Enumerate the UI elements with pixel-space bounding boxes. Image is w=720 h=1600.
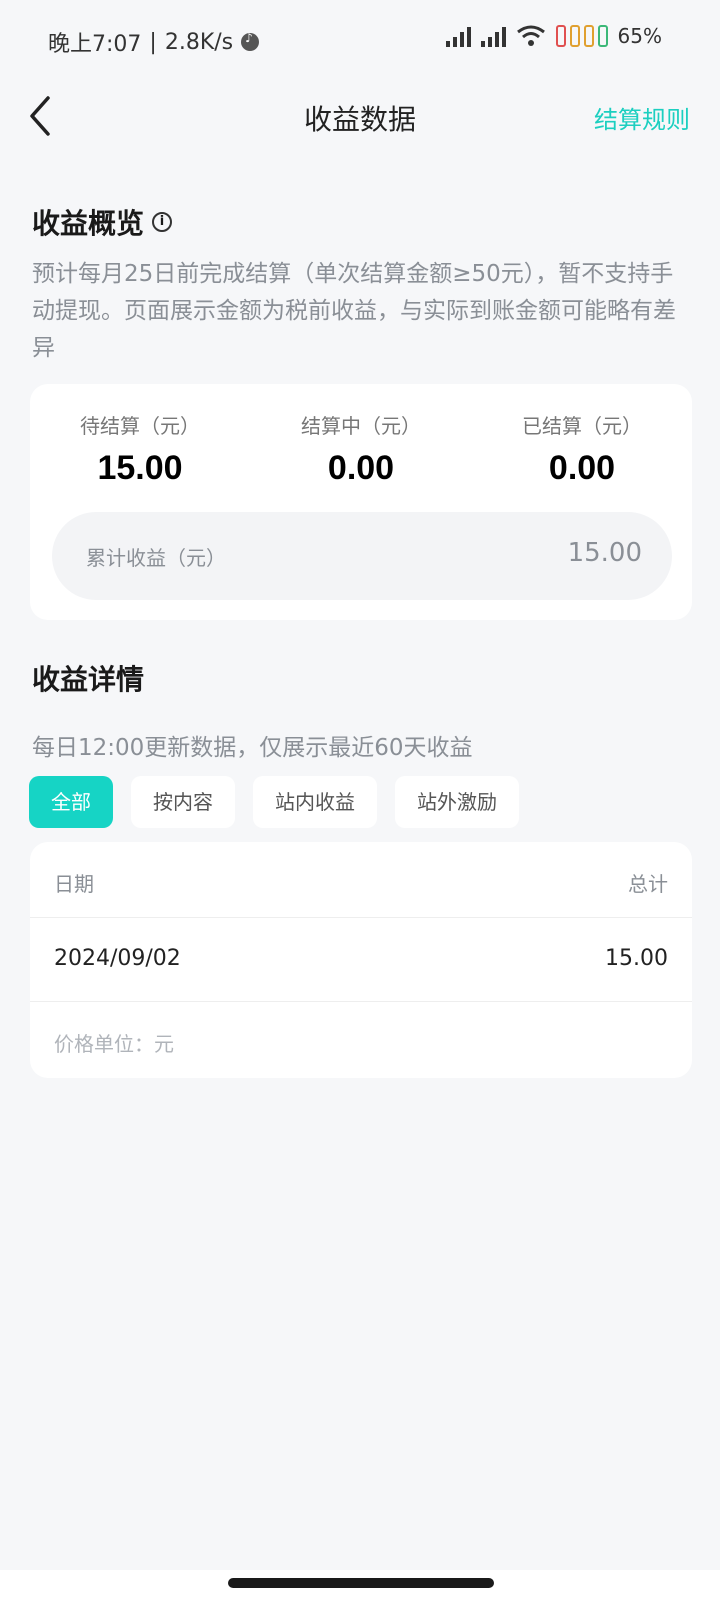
filter-by-content[interactable]: 按内容 [131, 776, 235, 828]
navigation-bar [0, 1570, 720, 1600]
signal-icon-2 [480, 25, 506, 47]
settlement-rules-link[interactable]: 结算规则 [594, 100, 690, 135]
details-title-text: 收益详情 [32, 663, 145, 696]
overview-title: 收益概览 i [32, 202, 173, 242]
filter-offsite[interactable]: 站外激励 [395, 776, 519, 828]
stat-label: 已结算（元） [522, 414, 642, 438]
table-row[interactable]: 2024/09/02 15.00 [30, 918, 692, 1002]
cumulative-label: 累计收益（元） [86, 546, 226, 570]
battery-percent: 65% [617, 24, 662, 48]
stat-value: 0.00 [548, 449, 616, 487]
stat-label: 结算中（元） [301, 414, 421, 438]
signal-icon [445, 25, 471, 47]
earnings-table: 日期 总计 2024/09/02 15.00 价格单位：元 [30, 842, 692, 1078]
stat-value: 0.00 [327, 449, 395, 487]
battery-icon [555, 25, 608, 47]
status-left: 晚上7:07 | 2.8K/s [48, 26, 260, 58]
stat-settled: 已结算（元） 0.00 [472, 410, 692, 488]
home-indicator[interactable] [228, 1578, 494, 1588]
header: 收益数据 结算规则 [0, 80, 720, 152]
status-time: 晚上7:07 [48, 32, 142, 57]
status-separator: | [149, 29, 157, 55]
status-right: 65% [445, 24, 662, 48]
details-description: 每日12:00更新数据，仅展示最近60天收益 [32, 735, 473, 761]
column-total: 总计 [628, 872, 668, 896]
stat-label: 待结算（元） [80, 414, 200, 438]
details-title: 收益详情 [32, 658, 144, 698]
network-speed: 2.8K/s [164, 29, 234, 55]
status-bar: 晚上7:07 | 2.8K/s 65% [0, 0, 720, 80]
stat-pending: 待结算（元） 15.00 [30, 410, 250, 488]
tiktok-notification-icon [241, 31, 260, 51]
row-date: 2024/09/02 [54, 946, 181, 971]
wifi-icon [516, 25, 545, 46]
cumulative-value: 15.00 [567, 538, 642, 568]
filter-all[interactable]: 全部 [29, 776, 113, 828]
filter-onsite[interactable]: 站内收益 [253, 776, 377, 828]
filter-tabs: 全部 按内容 站内收益 站外激励 [29, 776, 519, 828]
overview-description: 预计每月25日前完成结算（单次结算金额≥50元），暂不支持手动提现。页面展示金额… [32, 261, 676, 361]
stat-settling: 结算中（元） 0.00 [251, 410, 471, 488]
unit-note: 价格单位：元 [54, 1032, 174, 1056]
info-icon[interactable]: i [152, 212, 173, 232]
earnings-page: 晚上7:07 | 2.8K/s 65% [0, 0, 720, 1600]
row-total: 15.00 [605, 946, 668, 971]
stat-value: 15.00 [97, 449, 183, 487]
stats-card: 待结算（元） 15.00 结算中（元） 0.00 已结算（元） 0.00 累计收… [30, 384, 692, 620]
cumulative-earnings: 累计收益（元） 15.00 [52, 512, 672, 600]
table-header: 日期 总计 [30, 842, 692, 918]
column-date: 日期 [54, 872, 94, 896]
overview-title-text: 收益概览 [32, 207, 145, 240]
